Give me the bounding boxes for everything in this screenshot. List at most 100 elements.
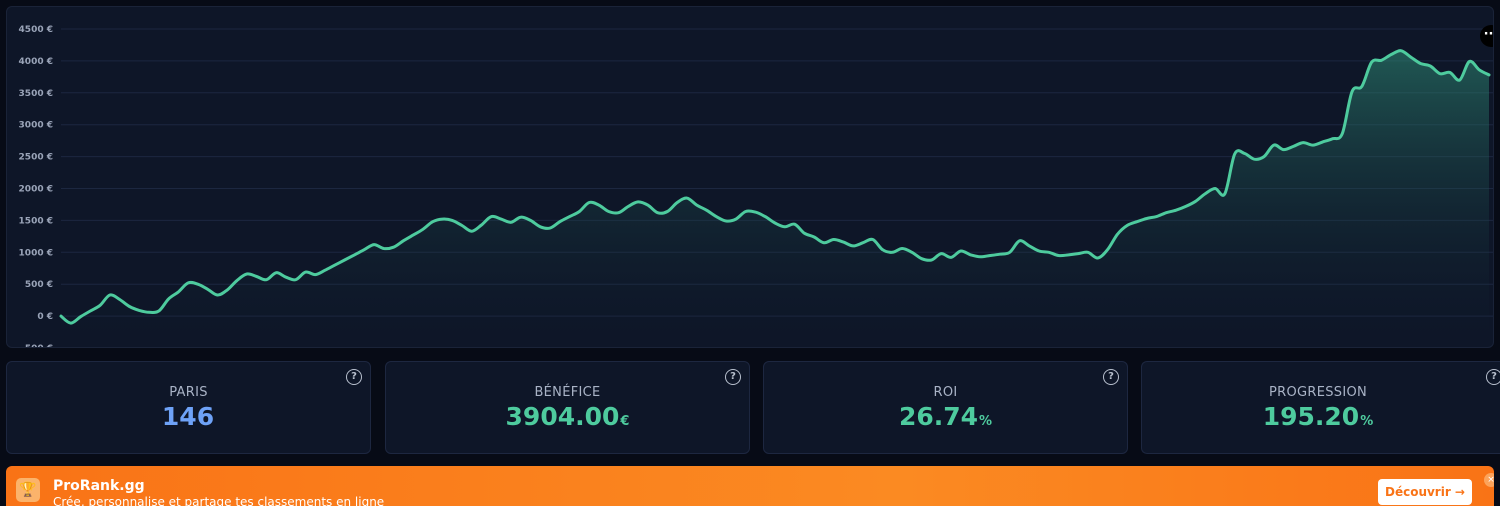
data-point: [1283, 149, 1285, 151]
data-point: [794, 223, 796, 225]
stat-card-paris: PARIS 146 ?: [6, 361, 371, 454]
discover-button[interactable]: Découvrir →: [1378, 479, 1472, 505]
data-point: [246, 273, 248, 275]
data-point: [931, 259, 933, 261]
help-icon[interactable]: ?: [725, 369, 741, 385]
stat-label: ROI: [933, 385, 958, 400]
data-point: [129, 306, 131, 308]
data-point: [393, 246, 395, 248]
promo-title: ProRank.gg: [53, 478, 145, 494]
stat-card-benefice: BÉNÉFICE 3904.00€ ?: [385, 361, 750, 454]
data-point: [1361, 86, 1363, 88]
data-point: [1273, 144, 1275, 146]
data-point: [1332, 138, 1334, 140]
data-point: [334, 264, 336, 266]
data-point: [178, 291, 180, 293]
y-tick-label: 3500 €: [19, 89, 53, 99]
stat-label: BÉNÉFICE: [534, 385, 601, 400]
data-point: [755, 211, 757, 213]
y-tick-label: 2000 €: [19, 185, 53, 195]
data-point: [1293, 146, 1295, 148]
stat-value: 195.20%: [1142, 402, 1494, 431]
data-point: [686, 197, 688, 199]
data-point: [999, 253, 1001, 255]
data-point: [236, 280, 238, 282]
data-point: [1117, 234, 1119, 236]
y-tick-label: -500 €: [21, 344, 53, 348]
data-point: [520, 216, 522, 218]
data-point: [1009, 252, 1011, 254]
data-point: [598, 204, 600, 206]
data-point: [1312, 144, 1314, 146]
data-point: [676, 202, 678, 204]
data-point: [882, 249, 884, 251]
data-point: [1175, 209, 1177, 211]
data-point: [168, 298, 170, 300]
help-icon[interactable]: ?: [1103, 369, 1119, 385]
stat-value: 146: [7, 402, 370, 431]
data-point: [921, 258, 923, 260]
data-point: [735, 218, 737, 220]
data-point: [1234, 153, 1236, 155]
data-point: [569, 216, 571, 218]
data-point: [1430, 65, 1432, 67]
data-point: [804, 232, 806, 234]
data-point: [119, 299, 121, 301]
data-point: [1478, 69, 1480, 71]
data-point: [1449, 72, 1451, 74]
data-point: [852, 245, 854, 247]
data-point: [491, 216, 493, 218]
data-point: [422, 229, 424, 231]
data-point: [471, 230, 473, 232]
close-icon[interactable]: ×: [1484, 473, 1494, 487]
data-point: [843, 241, 845, 243]
data-point: [725, 220, 727, 222]
data-point: [1469, 61, 1471, 63]
data-point: [1185, 206, 1187, 208]
data-point: [1439, 73, 1441, 75]
data-point: [432, 221, 434, 223]
data-point: [540, 226, 542, 228]
data-point: [608, 211, 610, 213]
data-point: [80, 316, 82, 318]
data-point: [1136, 221, 1138, 223]
data-point: [363, 249, 365, 251]
data-point: [941, 253, 943, 255]
y-tick-label: 4000 €: [19, 57, 53, 67]
data-point: [324, 269, 326, 271]
data-point: [1058, 255, 1060, 257]
data-point: [696, 204, 698, 206]
data-point: [1342, 133, 1344, 135]
stat-card-roi: ROI 26.74% ?: [763, 361, 1128, 454]
data-point: [354, 254, 356, 256]
data-point: [442, 218, 444, 220]
data-point: [1420, 63, 1422, 65]
data-point: [628, 206, 630, 208]
data-point: [1097, 257, 1099, 259]
data-point: [637, 201, 639, 203]
help-icon[interactable]: ?: [1486, 369, 1500, 385]
data-point: [774, 222, 776, 224]
data-point: [1263, 156, 1265, 158]
data-point: [285, 276, 287, 278]
promo-banner[interactable]: 🏆 ProRank.gg Crée, personnalise et parta…: [6, 466, 1494, 506]
data-point: [989, 255, 991, 257]
data-point: [60, 315, 62, 317]
data-point: [872, 239, 874, 241]
data-point: [1156, 216, 1158, 218]
data-point: [745, 211, 747, 213]
data-point: [1019, 240, 1021, 242]
data-point: [148, 312, 150, 314]
data-point: [1371, 61, 1373, 63]
data-point: [1195, 201, 1197, 203]
data-point: [383, 248, 385, 250]
data-point: [217, 294, 219, 296]
data-point: [1165, 212, 1167, 214]
stat-unit: €: [620, 414, 630, 429]
data-point: [618, 212, 620, 214]
help-icon[interactable]: ?: [346, 369, 362, 385]
data-point: [1214, 188, 1216, 190]
data-point: [784, 226, 786, 228]
data-point: [1107, 249, 1109, 251]
data-point: [315, 274, 317, 276]
